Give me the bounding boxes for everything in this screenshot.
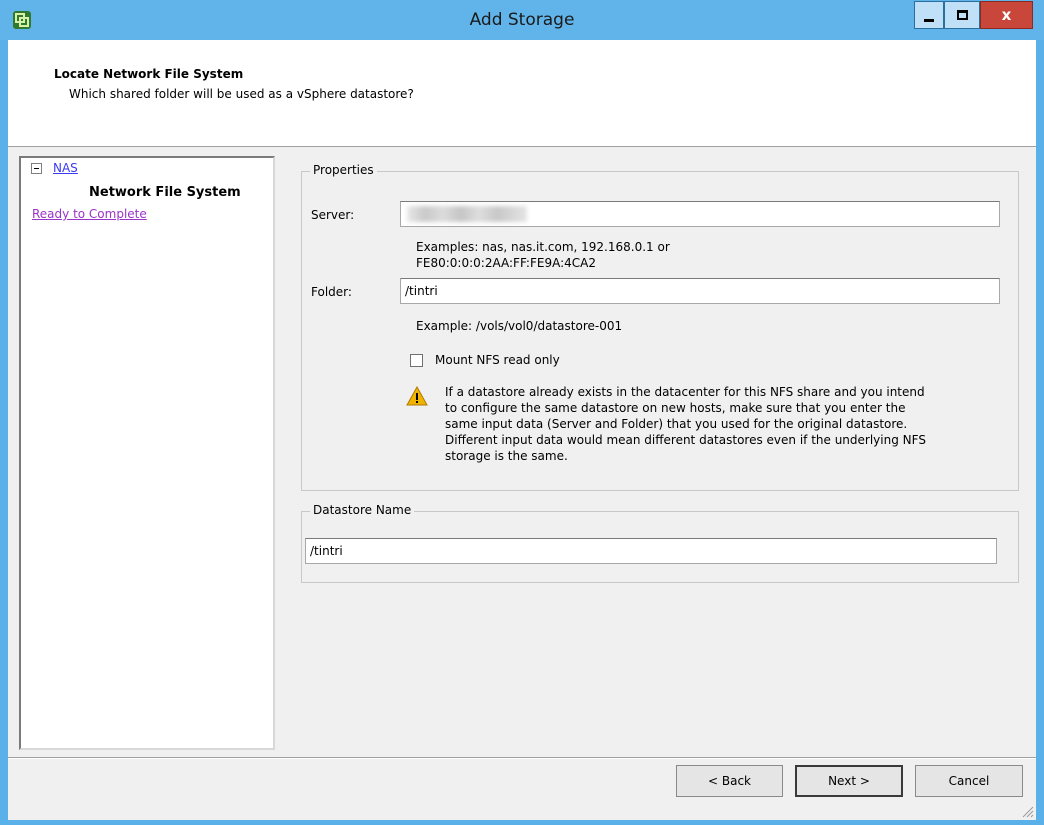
collapse-tree-icon[interactable] bbox=[31, 163, 42, 174]
warning-line: same input data (Server and Folder) that… bbox=[445, 417, 908, 431]
datastore-name-group: Datastore Name bbox=[301, 503, 1019, 583]
warning-line: If a datastore already exists in the dat… bbox=[445, 385, 925, 399]
server-input[interactable] bbox=[400, 201, 1000, 227]
wizard-header: Locate Network File System Which shared … bbox=[8, 40, 1036, 147]
warning-line: storage is the same. bbox=[445, 449, 568, 463]
footer-divider bbox=[8, 757, 1036, 759]
close-button[interactable]: x bbox=[980, 1, 1033, 29]
server-hint-line-1: Examples: nas, nas.it.com, 192.168.0.1 o… bbox=[416, 240, 670, 254]
folder-hint: Example: /vols/vol0/datastore-001 bbox=[416, 319, 623, 333]
folder-input[interactable] bbox=[400, 278, 1000, 304]
cancel-button[interactable]: Cancel bbox=[915, 765, 1023, 797]
close-icon: x bbox=[1001, 6, 1012, 24]
add-storage-window: Add Storage x Locate Network File System… bbox=[0, 0, 1044, 825]
properties-legend: Properties bbox=[310, 163, 377, 177]
step-network-file-system: Network File System bbox=[89, 185, 241, 200]
datastore-name-legend: Datastore Name bbox=[310, 503, 415, 517]
warning-line: to configure the same datastore on new h… bbox=[445, 401, 906, 415]
next-button[interactable]: Next > bbox=[795, 765, 903, 797]
mount-read-only-label: Mount NFS read only bbox=[435, 353, 560, 367]
server-label: Server: bbox=[311, 208, 355, 222]
warning-icon bbox=[406, 386, 428, 406]
page-subtitle: Which shared folder will be used as a vS… bbox=[69, 87, 414, 101]
minimize-icon bbox=[924, 18, 934, 22]
server-hint: Examples: nas, nas.it.com, 192.168.0.1 o… bbox=[416, 239, 670, 271]
maximize-icon bbox=[956, 10, 968, 20]
mount-read-only-checkbox[interactable] bbox=[410, 354, 423, 367]
step-nas-link[interactable]: NAS bbox=[53, 161, 78, 175]
window-title: Add Storage bbox=[469, 10, 575, 30]
server-hint-line-2: FE80:0:0:0:2AA:FF:FE9A:4CA2 bbox=[416, 256, 596, 270]
warning-line: Different input data would mean differen… bbox=[445, 433, 926, 447]
properties-group: Properties Server: Examples: nas, nas.it… bbox=[301, 163, 1019, 491]
step-ready-to-complete-link[interactable]: Ready to Complete bbox=[32, 207, 147, 221]
back-button[interactable]: < Back bbox=[676, 765, 783, 797]
folder-label: Folder: bbox=[311, 285, 352, 299]
dialog-body: Locate Network File System Which shared … bbox=[8, 40, 1036, 820]
resize-grip-icon[interactable] bbox=[1020, 804, 1034, 818]
server-value-redacted bbox=[407, 206, 527, 222]
wizard-steps-panel: NAS Network File System Ready to Complet… bbox=[19, 156, 275, 750]
maximize-button[interactable] bbox=[944, 1, 980, 29]
page-title: Locate Network File System bbox=[54, 67, 244, 81]
title-bar[interactable]: Add Storage x bbox=[0, 0, 1044, 40]
datastore-name-input[interactable] bbox=[305, 538, 997, 564]
warning-message: If a datastore already exists in the dat… bbox=[445, 384, 1044, 464]
minimize-button[interactable] bbox=[914, 1, 944, 29]
